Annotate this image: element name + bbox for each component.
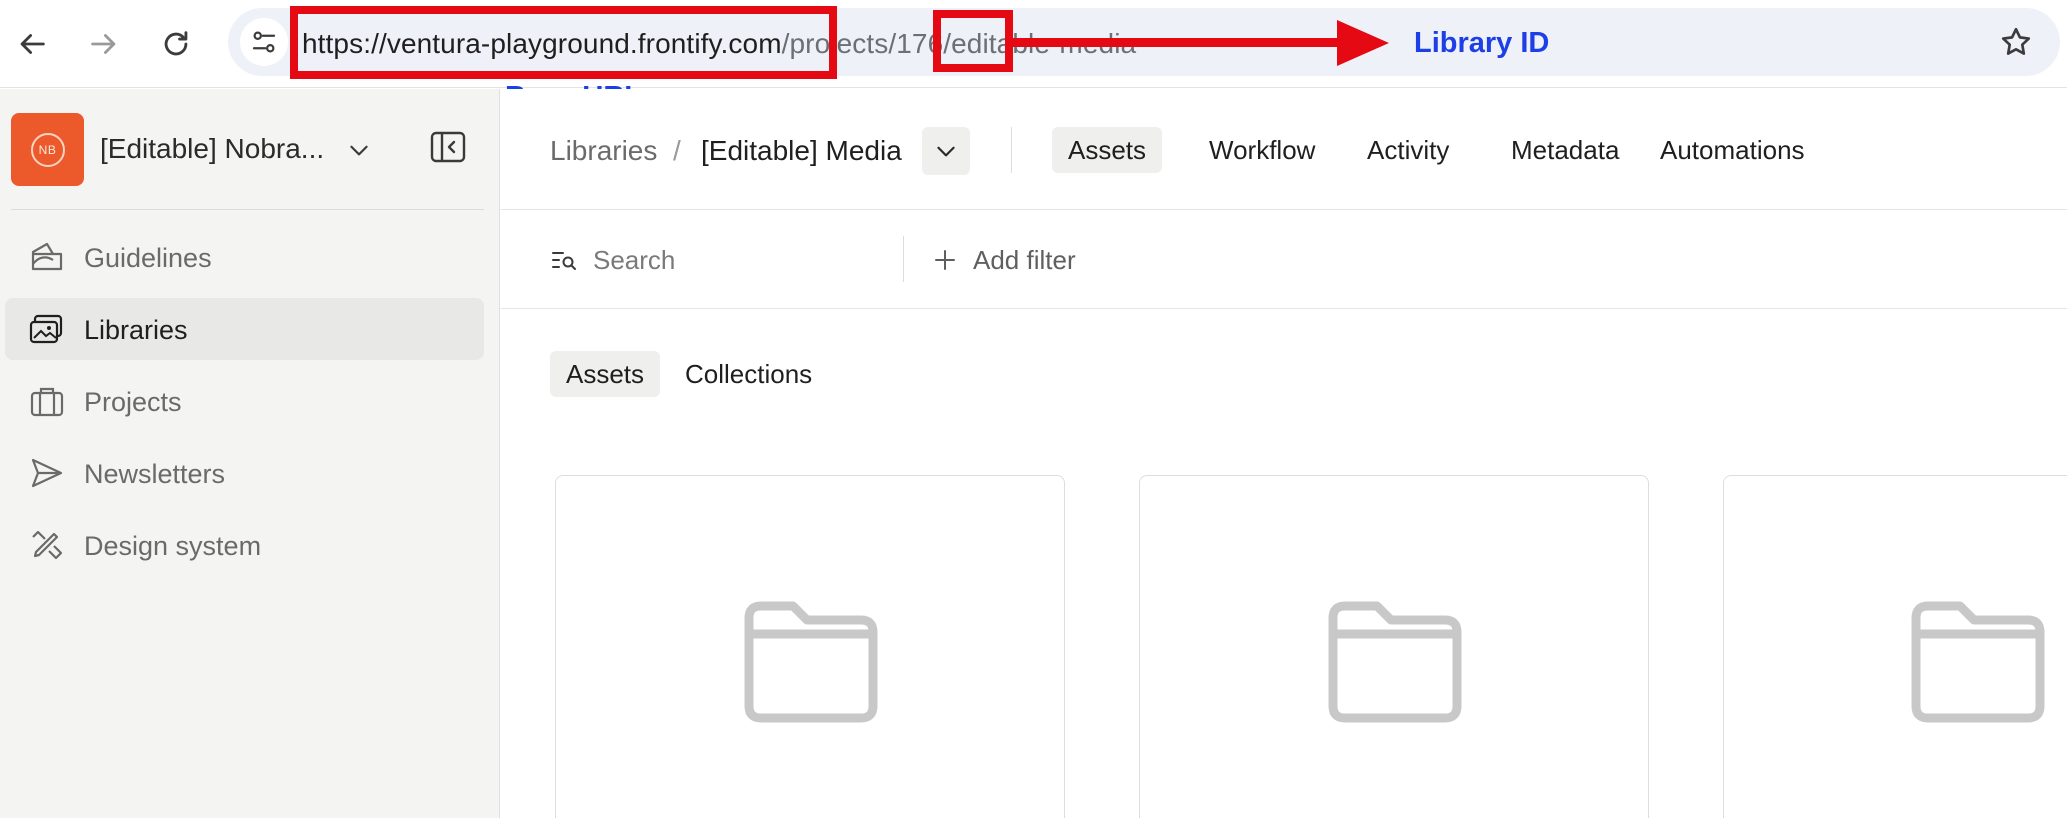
collection-card[interactable] bbox=[1723, 475, 2067, 818]
breadcrumb-current: [Editable] Media bbox=[701, 135, 902, 166]
sidebar-item-label: Guidelines bbox=[84, 243, 212, 273]
workspace-name[interactable]: [Editable] Nobra... bbox=[100, 133, 324, 165]
breadcrumb-libraries[interactable]: Libraries bbox=[550, 135, 657, 167]
add-filter-button[interactable]: Add filter bbox=[933, 240, 1076, 280]
tab-metadata[interactable]: Metadata bbox=[1495, 127, 1635, 173]
tab-workflow[interactable]: Workflow bbox=[1193, 127, 1331, 173]
search-icon bbox=[552, 252, 576, 270]
sidebar-item-newsletters[interactable]: Newsletters bbox=[5, 442, 484, 504]
filter-bar: Add filter bbox=[501, 210, 2067, 309]
sidebar-item-label: Newsletters bbox=[84, 459, 226, 489]
back-arrow-icon bbox=[20, 34, 45, 54]
subtab-assets[interactable]: Assets bbox=[550, 351, 661, 397]
add-filter-label: Add filter bbox=[973, 244, 1076, 275]
forward-button[interactable] bbox=[80, 20, 128, 68]
folder-icon bbox=[744, 601, 878, 723]
workspace-initials: NB bbox=[30, 132, 65, 167]
tab-assets[interactable]: Assets bbox=[1052, 127, 1163, 173]
filter-divider bbox=[903, 236, 904, 282]
library-switcher-button[interactable] bbox=[922, 127, 970, 175]
newsletters-icon bbox=[31, 458, 63, 488]
sidebar-item-guidelines[interactable]: Guidelines bbox=[5, 226, 484, 288]
forward-arrow-icon bbox=[91, 34, 116, 54]
back-button[interactable] bbox=[8, 20, 56, 68]
workspace-logo[interactable]: NB bbox=[11, 113, 84, 186]
tune-icon bbox=[252, 31, 276, 53]
sidebar-item-design-system[interactable]: Design system bbox=[5, 514, 484, 576]
tab-activity[interactable]: Activity bbox=[1351, 127, 1465, 173]
chevron-down-icon bbox=[937, 146, 955, 157]
sidebar-item-projects[interactable]: Projects bbox=[5, 370, 484, 432]
sidebar-item-label: Projects bbox=[84, 387, 182, 417]
site-info-button[interactable] bbox=[240, 18, 288, 66]
reload-button[interactable] bbox=[152, 20, 200, 68]
collection-card[interactable] bbox=[1139, 475, 1649, 818]
sidebar-divider bbox=[11, 209, 484, 210]
bookmark-star-icon[interactable] bbox=[1998, 24, 2034, 60]
breadcrumb-separator: / bbox=[673, 135, 681, 166]
sidebar-item-libraries[interactable]: Libraries bbox=[5, 298, 484, 360]
main-content: Libraries / [Editable] Media Assets Work… bbox=[501, 89, 2067, 818]
collection-card[interactable] bbox=[555, 475, 1065, 818]
sidebar-item-label: Libraries bbox=[84, 315, 188, 345]
plus-icon bbox=[935, 250, 955, 270]
folder-icon bbox=[1328, 601, 1462, 723]
reload-icon bbox=[164, 31, 188, 56]
search-input[interactable] bbox=[593, 240, 873, 280]
library-id-label: Library ID bbox=[1414, 27, 1550, 59]
annotation-arrow-icon bbox=[1011, 20, 1389, 66]
library-header: Libraries / [Editable] Media Assets Work… bbox=[501, 89, 2067, 210]
collapse-sidebar-icon[interactable] bbox=[430, 131, 466, 163]
chevron-down-icon[interactable] bbox=[346, 137, 372, 163]
header-divider bbox=[1011, 127, 1012, 173]
design-system-icon bbox=[32, 530, 63, 560]
libraries-icon bbox=[29, 314, 63, 344]
sidebar: NB [Editable] Nobra... Guidelines Librar… bbox=[0, 89, 500, 818]
guidelines-icon bbox=[31, 242, 63, 271]
folder-icon bbox=[1911, 601, 2045, 723]
projects-icon bbox=[30, 387, 64, 417]
library-id-highlight-box bbox=[933, 10, 1013, 72]
base-url-highlight-box bbox=[290, 6, 837, 79]
sidebar-item-label: Design system bbox=[84, 531, 262, 561]
subtab-collections[interactable]: Collections bbox=[669, 351, 828, 397]
tab-automations[interactable]: Automations bbox=[1644, 127, 1821, 173]
